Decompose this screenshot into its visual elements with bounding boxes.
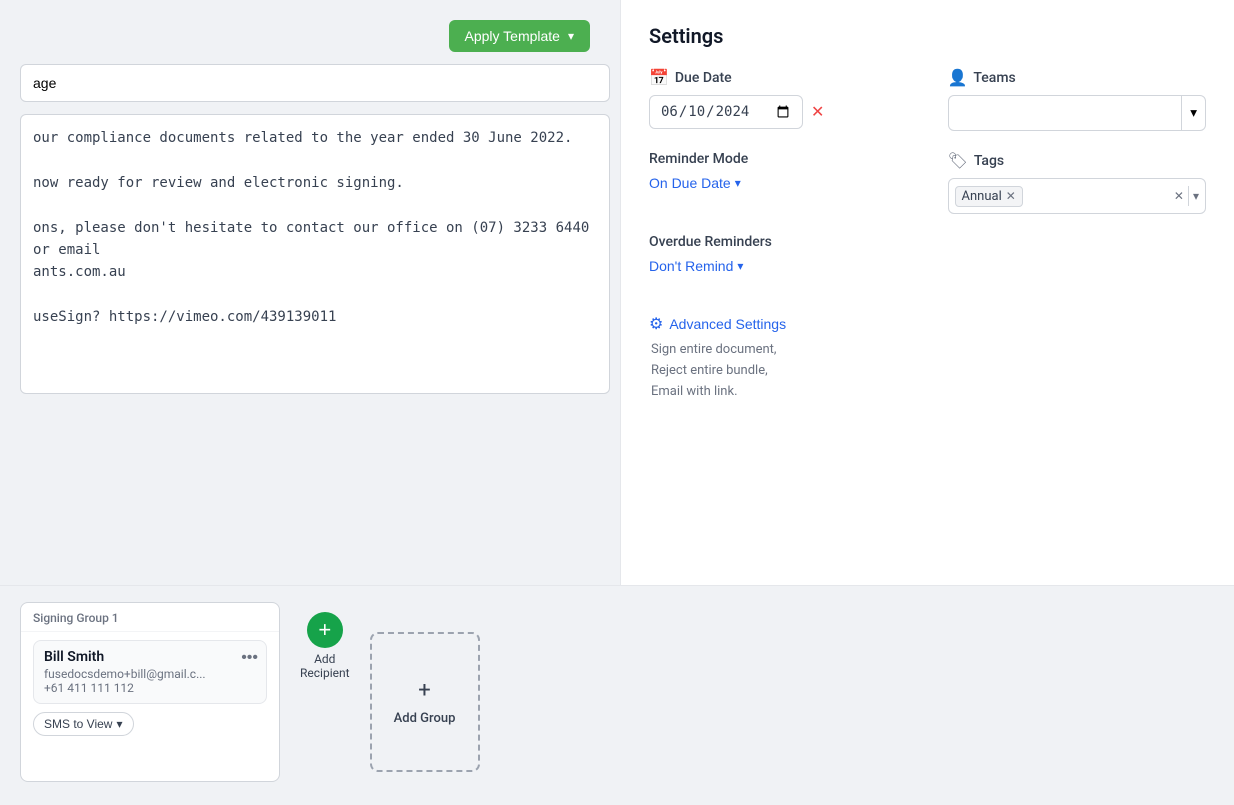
teams-chevron-icon: ▾ [1190,105,1197,121]
bottom-section: Signing Group 1 Bill Smith fusedocsdemo+… [0,585,1234,805]
sms-to-view-button[interactable]: SMS to View ▾ [33,712,134,736]
add-group-label: Add Group [394,711,456,726]
apply-template-chevron-icon: ▾ [568,29,574,43]
overdue-reminders-chevron-icon: ▾ [737,259,743,273]
tag-label: Annual [962,189,1002,204]
sms-chevron-icon: ▾ [116,717,122,731]
add-recipient-wrapper: + AddRecipient [300,612,350,680]
due-date-field: 📅 Due Date ✕ [649,68,908,131]
email-body-textarea[interactable]: our compliance documents related to the … [20,114,610,394]
recipient-menu-button[interactable]: ••• [241,649,258,667]
overdue-reminders-dropdown[interactable]: Don't Remind ▾ [649,258,908,274]
message-input[interactable] [20,64,610,102]
tags-field: 🏷 Tags Annual ✕ ✕ ▾ [948,151,1207,214]
teams-chevron-button[interactable]: ▾ [1181,96,1205,130]
tags-wrapper: Annual ✕ ✕ ▾ [948,178,1207,214]
teams-input[interactable] [949,101,1182,125]
tags-clear-button[interactable]: ✕ [1174,189,1184,203]
teams-dropdown[interactable]: ▾ [948,95,1207,131]
recipient-name: Bill Smith [44,649,256,665]
sms-to-view-label: SMS to View [44,717,112,731]
teams-field: 👤 Teams ▾ [948,68,1207,131]
add-group-card[interactable]: + Add Group [370,632,480,772]
overdue-reminders-label: Overdue Reminders [649,234,908,250]
due-date-label: 📅 Due Date [649,68,908,87]
recipient-email: fusedocsdemo+bill@gmail.c... [44,667,256,681]
apply-template-label: Apply Template [465,28,560,44]
reminder-mode-dropdown[interactable]: On Due Date ▾ [649,175,908,191]
signing-group-card: Signing Group 1 Bill Smith fusedocsdemo+… [20,602,280,782]
recipient-info: Bill Smith fusedocsdemo+bill@gmail.c... … [44,649,256,695]
advanced-settings-section: ⚙ Advanced Settings Sign entire document… [649,298,1206,402]
calendar-icon: 📅 [649,68,669,87]
add-recipient-button[interactable]: + [307,612,343,648]
recipient-row: Bill Smith fusedocsdemo+bill@gmail.c... … [33,640,267,704]
advanced-settings-description: Sign entire document,Reject entire bundl… [649,340,1206,402]
add-group-plus-icon: + [418,678,430,703]
tags-label: 🏷 Tags [948,151,1207,170]
date-input-wrapper: ✕ [649,95,908,129]
apply-template-row: Apply Template ▾ [20,20,600,52]
signing-group-header: Signing Group 1 [21,603,279,632]
tags-clear-x-icon: ✕ [1174,189,1184,203]
overdue-reminders-field: Overdue Reminders Don't Remind ▾ [649,234,908,274]
settings-title: Settings [649,24,1206,48]
reminder-mode-label: Reminder Mode [649,151,908,167]
apply-template-button[interactable]: Apply Template ▾ [449,20,591,52]
gear-icon: ⚙ [649,314,663,334]
tag-item-annual: Annual ✕ [955,186,1023,207]
tag-icon: 🏷 [948,151,968,170]
reminder-mode-field: Reminder Mode On Due Date ▾ [649,151,908,214]
teams-icon: 👤 [948,68,968,87]
teams-label: 👤 Teams [948,68,1207,87]
tags-chevron-icon[interactable]: ▾ [1193,189,1199,203]
tag-remove-button[interactable]: ✕ [1006,189,1016,203]
reminder-mode-chevron-icon: ▾ [735,176,741,190]
clear-date-button[interactable]: ✕ [809,100,826,124]
recipient-phone: +61 411 111 112 [44,681,256,695]
tags-divider [1188,186,1189,206]
advanced-settings-link[interactable]: ⚙ Advanced Settings [649,314,786,334]
signing-group-body: Bill Smith fusedocsdemo+bill@gmail.c... … [21,632,279,744]
add-recipient-label: AddRecipient [300,652,350,680]
settings-grid: 📅 Due Date ✕ 👤 Teams ▾ [649,68,1206,274]
due-date-input[interactable] [649,95,803,129]
